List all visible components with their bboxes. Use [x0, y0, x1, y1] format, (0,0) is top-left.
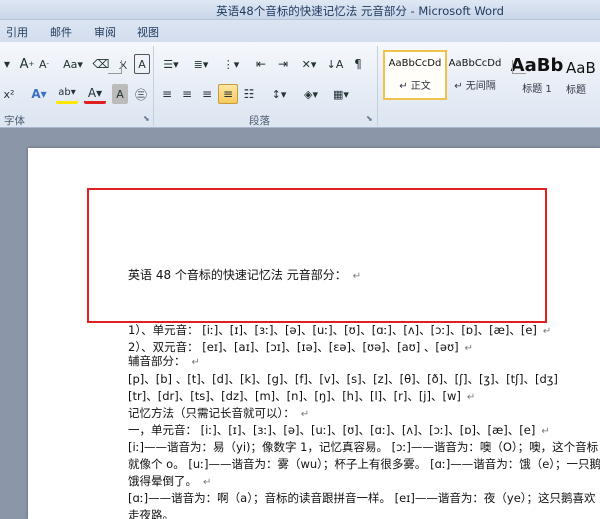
style-preview: AaBbCcDd: [388, 58, 442, 69]
chinese-layout-icon[interactable]: ✕▾: [298, 54, 320, 74]
title-bar: 英语48个音标的快速记忆法 元音部分 - Microsoft Word: [0, 0, 600, 20]
style-title[interactable]: AaB 标题: [566, 50, 600, 100]
font-dialog-launcher-icon[interactable]: ⬊: [143, 114, 150, 123]
document-line[interactable]: 记忆方法（只需记长音就可以）： ↵: [128, 405, 309, 421]
line-text: 就像个 o。 [uː]——谐音为：雾（wu）；杯子上有很多雾。 [ɑː]——谐音…: [128, 457, 600, 471]
line-spacing-icon[interactable]: ↕▾: [266, 84, 292, 104]
window-title: 英语48个音标的快速记忆法 元音部分 - Microsoft Word: [216, 4, 504, 18]
line-text: 一，单元音： [iː]、[ɪ]、[ɜː]、[ə]、[uː]、[ʊ]、[ɑː]、[…: [128, 423, 536, 437]
line-text: 辅音部分：: [128, 354, 186, 368]
highlight-icon[interactable]: ab▾: [56, 84, 78, 104]
align-left-icon[interactable]: ≡: [158, 84, 176, 104]
document-line[interactable]: [p]、[b] 、[t]、[d]、[k]、[g]、[f]、[v]、[s]、[z]…: [128, 371, 558, 387]
line-text: 1）、单元音： [iː]、[ɪ]、[ɜː]、[ə]、[uː]、[ʊ]、[ɑː]、…: [128, 323, 537, 337]
style-name: ↵ 正文: [399, 81, 431, 92]
paragraph-mark-icon: ↵: [541, 426, 550, 437]
paragraph-group-label: 段落: [249, 115, 270, 127]
paragraph-mark-icon: ↵: [191, 357, 200, 368]
document-line[interactable]: [iː]——谐音为：易（yi)；像数字 1，记忆真容易。 [ɔː]——谐音为：噢…: [128, 439, 598, 455]
document-line[interactable]: 1）、单元音： [iː]、[ɪ]、[ɜː]、[ə]、[uː]、[ʊ]、[ɑː]、…: [128, 322, 551, 338]
crop-mark-top-left: [108, 60, 122, 74]
paragraph-mark-icon: ↵: [542, 326, 552, 337]
bullets-icon[interactable]: ☰▾: [158, 54, 184, 74]
text-effect-icon[interactable]: A▾: [28, 84, 50, 104]
numbering-icon[interactable]: ≣▾: [188, 54, 214, 74]
paragraph-mark-icon: ↵: [300, 409, 310, 420]
font-group-label: 字体: [4, 115, 25, 127]
document-line[interactable]: [ɑː]——谐音为：啊（a）；音标的读音跟拼音一样。 [eɪ]——谐音为：夜（y…: [128, 490, 596, 506]
style-preview: AaBbCcDd: [448, 58, 502, 69]
style-preview: AaB: [566, 58, 596, 77]
enclose-char-icon[interactable]: ㊂: [132, 84, 150, 104]
show-marks-icon[interactable]: ¶: [350, 54, 366, 74]
font-color-icon[interactable]: A▾: [84, 84, 106, 104]
distributed-icon[interactable]: ☷: [240, 84, 258, 104]
subscript-icon[interactable]: x²: [2, 84, 16, 104]
style-name: 标题: [566, 84, 586, 96]
char-shading-icon[interactable]: A: [112, 84, 128, 104]
style-no-spacing[interactable]: AaBbCcDd ↵ 无间隔: [443, 50, 507, 100]
tab-review[interactable]: 审阅: [94, 24, 116, 40]
crop-mark-top-right: [512, 60, 526, 74]
shading-icon[interactable]: ◈▾: [298, 84, 324, 104]
paragraph-mark-icon: ↵: [466, 392, 476, 403]
document-line[interactable]: 辅音部分： ↵: [128, 353, 200, 369]
line-text: [ɑː]——谐音为：啊（a）；音标的读音跟拼音一样。 [eɪ]——谐音为：夜（y…: [128, 491, 596, 505]
line-text: 饿得晕倒了。: [128, 474, 197, 488]
document-line[interactable]: 饿得晕倒了。 ↵: [128, 473, 211, 489]
paragraph-mark-icon: ↵: [464, 343, 473, 354]
line-text: [tr]、[dr]、[ts]、[dz]、[m]、[n]、[ŋ]、[h]、[l]、…: [128, 389, 461, 403]
font-size-dropdown-icon[interactable]: ▾: [0, 54, 14, 74]
style-normal[interactable]: AaBbCcDd ↵ 正文: [383, 50, 447, 100]
group-divider: [377, 46, 378, 126]
document-line[interactable]: 就像个 o。 [uː]——谐音为：雾（wu）；杯子上有很多雾。 [ɑː]——谐音…: [128, 456, 600, 472]
char-border-icon[interactable]: A: [134, 54, 150, 74]
tab-view[interactable]: 视图: [137, 24, 159, 40]
group-divider: [153, 46, 154, 126]
document-line[interactable]: 走夜路。: [128, 507, 174, 519]
line-text: [p]、[b] 、[t]、[d]、[k]、[g]、[f]、[v]、[s]、[z]…: [128, 372, 558, 386]
paragraph-dialog-launcher-icon[interactable]: ⬊: [366, 114, 373, 123]
increase-indent-icon[interactable]: ⇥: [274, 54, 292, 74]
document-line[interactable]: 一，单元音： [iː]、[ɪ]、[ɜː]、[ə]、[uː]、[ʊ]、[ɑː]、[…: [128, 422, 550, 438]
decrease-indent-icon[interactable]: ⇤: [252, 54, 270, 74]
multilevel-list-icon[interactable]: ⋮▾: [218, 54, 244, 74]
style-heading-1[interactable]: AaBb 标题 1: [505, 50, 569, 100]
style-name: 标题 1: [522, 84, 552, 95]
line-text: 记忆方法（只需记长音就可以）：: [128, 406, 295, 420]
line-text: 走夜路。: [128, 508, 174, 519]
sort-icon[interactable]: ↓A: [326, 54, 344, 74]
align-right-icon[interactable]: ≡: [198, 84, 216, 104]
tab-references[interactable]: 引用: [6, 24, 28, 40]
line-text: 2）、双元音： [eɪ]、[aɪ]、[ɔɪ]、[ɪə]、[ɛə]、[ʊə]、[a…: [128, 340, 459, 354]
paragraph-mark-icon: ↵: [203, 477, 212, 488]
align-center-icon[interactable]: ≡: [178, 84, 196, 104]
document-line[interactable]: [tr]、[dr]、[ts]、[dz]、[m]、[n]、[ŋ]、[h]、[l]、…: [128, 388, 475, 404]
style-name: ↵ 无间隔: [454, 81, 496, 92]
ribbon-tabs: 引用 邮件 审阅 视图: [0, 20, 600, 42]
change-case-icon[interactable]: Aa▾: [60, 54, 86, 74]
ribbon: ▾ A + A- Aa▾ ⌫ ㄨ A x² A▾ ab▾ A▾ A ㊂ 字体 ⬊ …: [0, 42, 600, 128]
red-annotation-box: [87, 188, 547, 323]
justify-icon[interactable]: ≡: [218, 84, 238, 104]
borders-icon[interactable]: ▦▾: [328, 84, 354, 104]
line-text: [iː]——谐音为：易（yi)；像数字 1，记忆真容易。 [ɔː]——谐音为：噢…: [128, 440, 599, 454]
grow-font-icon[interactable]: A +: [18, 54, 36, 74]
shrink-font-icon[interactable]: A-: [36, 54, 52, 74]
tab-mailings[interactable]: 邮件: [50, 24, 72, 40]
